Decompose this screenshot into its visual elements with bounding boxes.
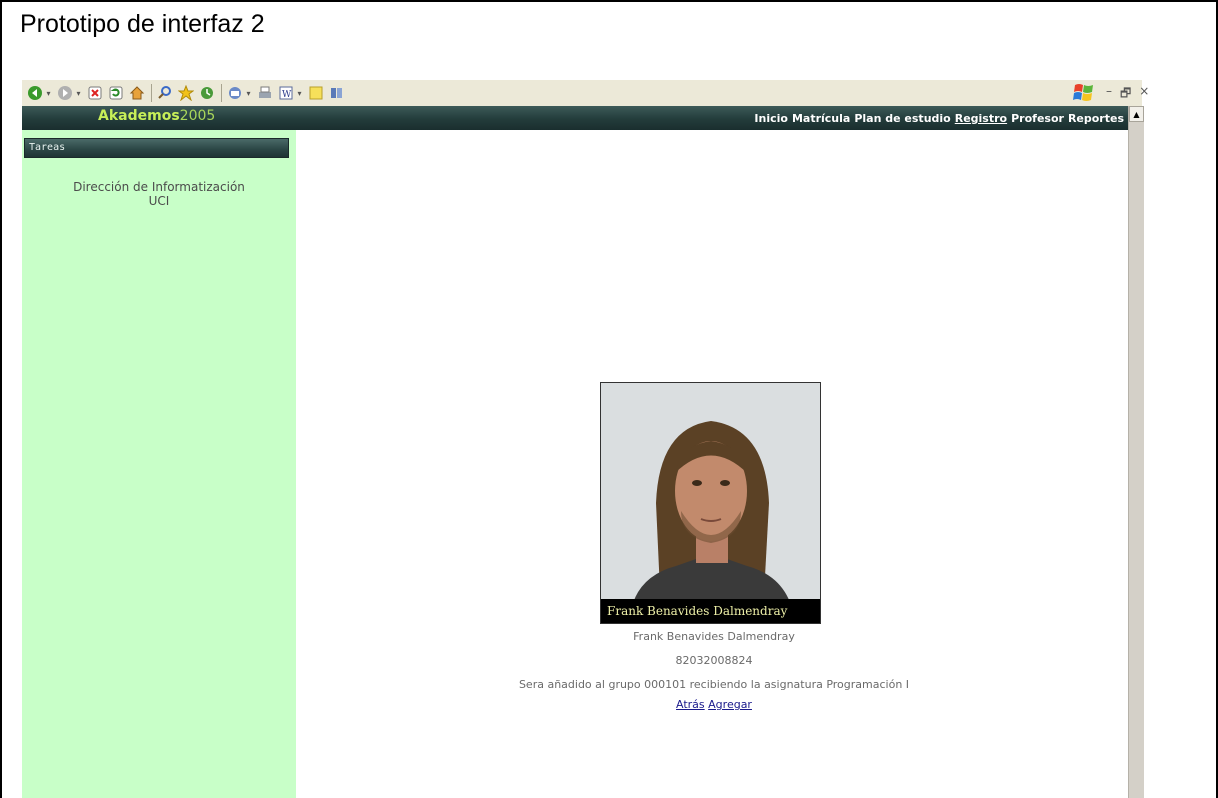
- word-dropdown-icon[interactable]: ▾: [296, 89, 303, 98]
- restore-button[interactable]: 🗗: [1120, 84, 1131, 105]
- student-photo: Frank Benavides Dalmendray: [600, 382, 821, 624]
- minimize-button[interactable]: –: [1106, 84, 1112, 105]
- nav-plan-de-estudio[interactable]: Plan de estudio: [854, 112, 950, 125]
- favorites-icon[interactable]: [178, 85, 194, 101]
- enrollment-message: Sera añadido al grupo 000101 recibiendo …: [518, 678, 910, 691]
- add-link[interactable]: Agregar: [708, 698, 752, 711]
- search-icon[interactable]: [157, 85, 173, 101]
- mail-icon[interactable]: [227, 85, 243, 101]
- organization-name: Dirección de Informatización: [73, 180, 245, 194]
- toolbar-separator: [221, 84, 222, 102]
- nav-reportes[interactable]: Reportes: [1068, 112, 1124, 125]
- app-header: Akademos2005 Inicio Matrícula Plan de es…: [22, 106, 1128, 130]
- mail-dropdown-icon[interactable]: ▾: [245, 89, 252, 98]
- nav-profesor[interactable]: Profesor: [1011, 112, 1064, 125]
- refresh-icon[interactable]: [108, 85, 124, 101]
- browser-toolbar: ▾ ▾ ▾ W ▾ – 🗗 ×: [22, 80, 1149, 106]
- svg-text:W: W: [282, 90, 292, 100]
- back-link[interactable]: Atrás: [676, 698, 705, 711]
- action-links: Atrás Agregar: [300, 698, 1128, 711]
- nav-registro[interactable]: Registro: [955, 112, 1007, 125]
- forward-dropdown-icon[interactable]: ▾: [75, 89, 82, 98]
- tareas-header[interactable]: Tareas: [24, 138, 289, 158]
- brand-logo[interactable]: Akademos2005: [98, 108, 215, 124]
- organization-abbr: UCI: [148, 194, 170, 208]
- sidebar: Tareas Dirección de Informatización UCI: [22, 130, 296, 798]
- back-icon[interactable]: [27, 85, 43, 101]
- research-icon[interactable]: [329, 85, 345, 101]
- student-name: Frank Benavides Dalmendray: [633, 630, 795, 643]
- stop-icon[interactable]: [87, 85, 103, 101]
- close-button[interactable]: ×: [1139, 84, 1149, 105]
- slide-title: Prototipo de interfaz 2: [20, 10, 265, 38]
- window-controls: – 🗗 ×: [1106, 84, 1149, 105]
- nav-matricula[interactable]: Matrícula: [792, 112, 850, 125]
- top-nav: Inicio Matrícula Plan de estudio Registr…: [754, 112, 1124, 125]
- brand-year: 2005: [179, 108, 216, 124]
- student-id: 82032008824: [675, 654, 753, 667]
- nav-inicio[interactable]: Inicio: [754, 112, 788, 125]
- vertical-scrollbar[interactable]: ▲: [1128, 106, 1144, 798]
- photo-caption: Frank Benavides Dalmendray: [601, 599, 820, 623]
- notes-icon[interactable]: [308, 85, 324, 101]
- student-portrait-image: [601, 383, 820, 623]
- scroll-up-arrow-icon[interactable]: ▲: [1129, 106, 1144, 122]
- print-icon[interactable]: [257, 85, 273, 101]
- windows-logo-icon: [1072, 82, 1096, 104]
- word-icon[interactable]: W: [278, 85, 294, 101]
- home-icon[interactable]: [129, 85, 145, 101]
- organization-info: Dirección de Informatización UCI: [22, 180, 296, 208]
- back-dropdown-icon[interactable]: ▾: [45, 89, 52, 98]
- forward-icon[interactable]: [57, 85, 73, 101]
- history-icon[interactable]: [199, 85, 215, 101]
- brand-name: Akademos: [98, 108, 180, 124]
- toolbar-separator: [151, 84, 152, 102]
